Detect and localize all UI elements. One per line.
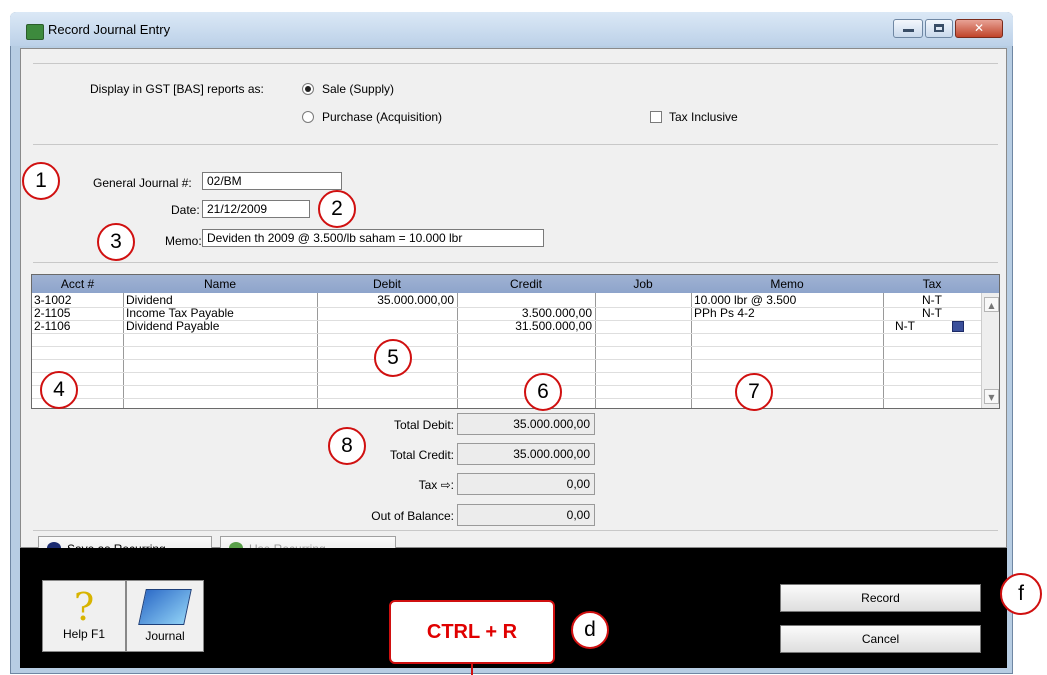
scroll-down-icon[interactable]: ▼ <box>984 389 999 404</box>
column-debit: Debit <box>372 277 401 291</box>
annotation-7: 7 <box>735 373 773 411</box>
radio-sale-label[interactable]: Sale (Supply) <box>322 82 394 96</box>
window-title: Record Journal Entry <box>48 22 171 37</box>
close-icon: ✕ <box>973 21 985 35</box>
annotation-f: f <box>1000 573 1042 615</box>
table-row[interactable]: 2-1106 Dividend Payable 31.500.000,00 N-… <box>32 320 982 333</box>
journal-number-label: General Journal #: <box>93 176 192 190</box>
row-credit[interactable]: 31.500.000,00 <box>457 320 592 333</box>
total-debit-label: Total Debit: <box>393 418 454 432</box>
row-divider <box>32 333 982 334</box>
maximize-button[interactable] <box>925 19 953 38</box>
app-icon <box>26 24 44 40</box>
journal-book-icon <box>138 589 192 625</box>
row-debit[interactable] <box>317 320 454 333</box>
annotation-6: 6 <box>524 373 562 411</box>
cancel-button[interactable]: Cancel <box>780 625 981 653</box>
column-memo: Memo <box>770 277 804 291</box>
column-name: Name <box>203 277 236 291</box>
annotation-3: 3 <box>97 223 135 261</box>
date-input[interactable]: 21/12/2009 <box>202 200 310 218</box>
tax-label[interactable]: Tax ⇨: <box>304 478 454 492</box>
annotation-2: 2 <box>318 190 356 228</box>
close-button[interactable]: ✕ <box>955 19 1003 38</box>
column-acct: Acct # <box>60 277 95 291</box>
total-credit-value: 35.000.000,00 <box>457 443 595 465</box>
radio-purchase[interactable] <box>302 111 314 123</box>
out-of-balance-label: Out of Balance: <box>371 509 454 523</box>
journal-number-input[interactable]: 02/BM <box>202 172 342 190</box>
table-header: Acct # Name Debit Credit Job Memo Tax <box>32 275 999 293</box>
record-label: Record <box>861 591 900 605</box>
column-job: Job <box>633 277 653 291</box>
radio-sale[interactable] <box>302 83 314 95</box>
divider <box>33 530 998 531</box>
annotation-d: d <box>571 611 609 649</box>
scroll-up-icon[interactable]: ▲ <box>984 297 999 312</box>
row-debit[interactable]: 35.000.000,00 <box>317 294 454 307</box>
radio-purchase-label[interactable]: Purchase (Acquisition) <box>322 110 442 124</box>
date-label: Date: <box>171 203 200 217</box>
help-label: Help F1 <box>62 627 106 641</box>
maximize-icon <box>934 24 944 32</box>
divider <box>33 63 998 64</box>
journal-lines-table[interactable]: Acct # Name Debit Credit Job Memo Tax 3-… <box>31 274 1000 409</box>
tax-value: 0,00 <box>457 473 595 495</box>
tax-inclusive-checkbox[interactable] <box>650 111 662 123</box>
callout-pointer <box>471 664 473 675</box>
minimize-icon <box>903 29 914 32</box>
row-tax[interactable]: N-T <box>895 320 915 333</box>
row-memo[interactable]: PPh Ps 4-2 <box>694 307 755 320</box>
help-question-icon: ? <box>73 585 95 629</box>
out-of-balance-value: 0,00 <box>457 504 595 526</box>
record-button[interactable]: Record <box>780 584 981 612</box>
total-credit-label: Total Credit: <box>389 448 454 462</box>
journal-label: Journal <box>145 629 185 643</box>
annotation-4: 4 <box>40 371 78 409</box>
memo-input[interactable]: Deviden th 2009 @ 3.500/lb saham = 10.00… <box>202 229 544 247</box>
row-divider <box>32 385 982 386</box>
annotation-8: 8 <box>328 427 366 465</box>
row-divider <box>32 398 982 399</box>
divider <box>33 144 998 145</box>
shortcut-callout: CTRL + R <box>389 600 555 664</box>
minimize-button[interactable] <box>893 19 923 38</box>
memo-label: Memo: <box>165 234 202 248</box>
vertical-scrollbar[interactable]: ▲ ▼ <box>981 293 999 408</box>
journal-button[interactable]: Journal <box>126 580 204 652</box>
total-debit-value: 35.000.000,00 <box>457 413 595 435</box>
column-tax: Tax <box>922 277 942 291</box>
row-debit[interactable] <box>317 307 454 320</box>
annotation-5: 5 <box>374 339 412 377</box>
row-divider <box>32 346 982 347</box>
tax-lookup-icon[interactable] <box>952 321 964 332</box>
row-divider <box>32 372 982 373</box>
row-name[interactable]: Dividend Payable <box>126 320 219 333</box>
gst-label: Display in GST [BAS] reports as: <box>90 82 264 96</box>
annotation-1: 1 <box>22 162 60 200</box>
tax-inclusive-label[interactable]: Tax Inclusive <box>669 110 738 124</box>
column-credit: Credit <box>509 277 542 291</box>
row-acct[interactable]: 2-1106 <box>34 320 70 333</box>
cancel-label: Cancel <box>861 632 900 646</box>
row-divider <box>32 359 982 360</box>
divider <box>33 262 998 263</box>
help-button[interactable]: ? Help F1 <box>42 580 126 652</box>
